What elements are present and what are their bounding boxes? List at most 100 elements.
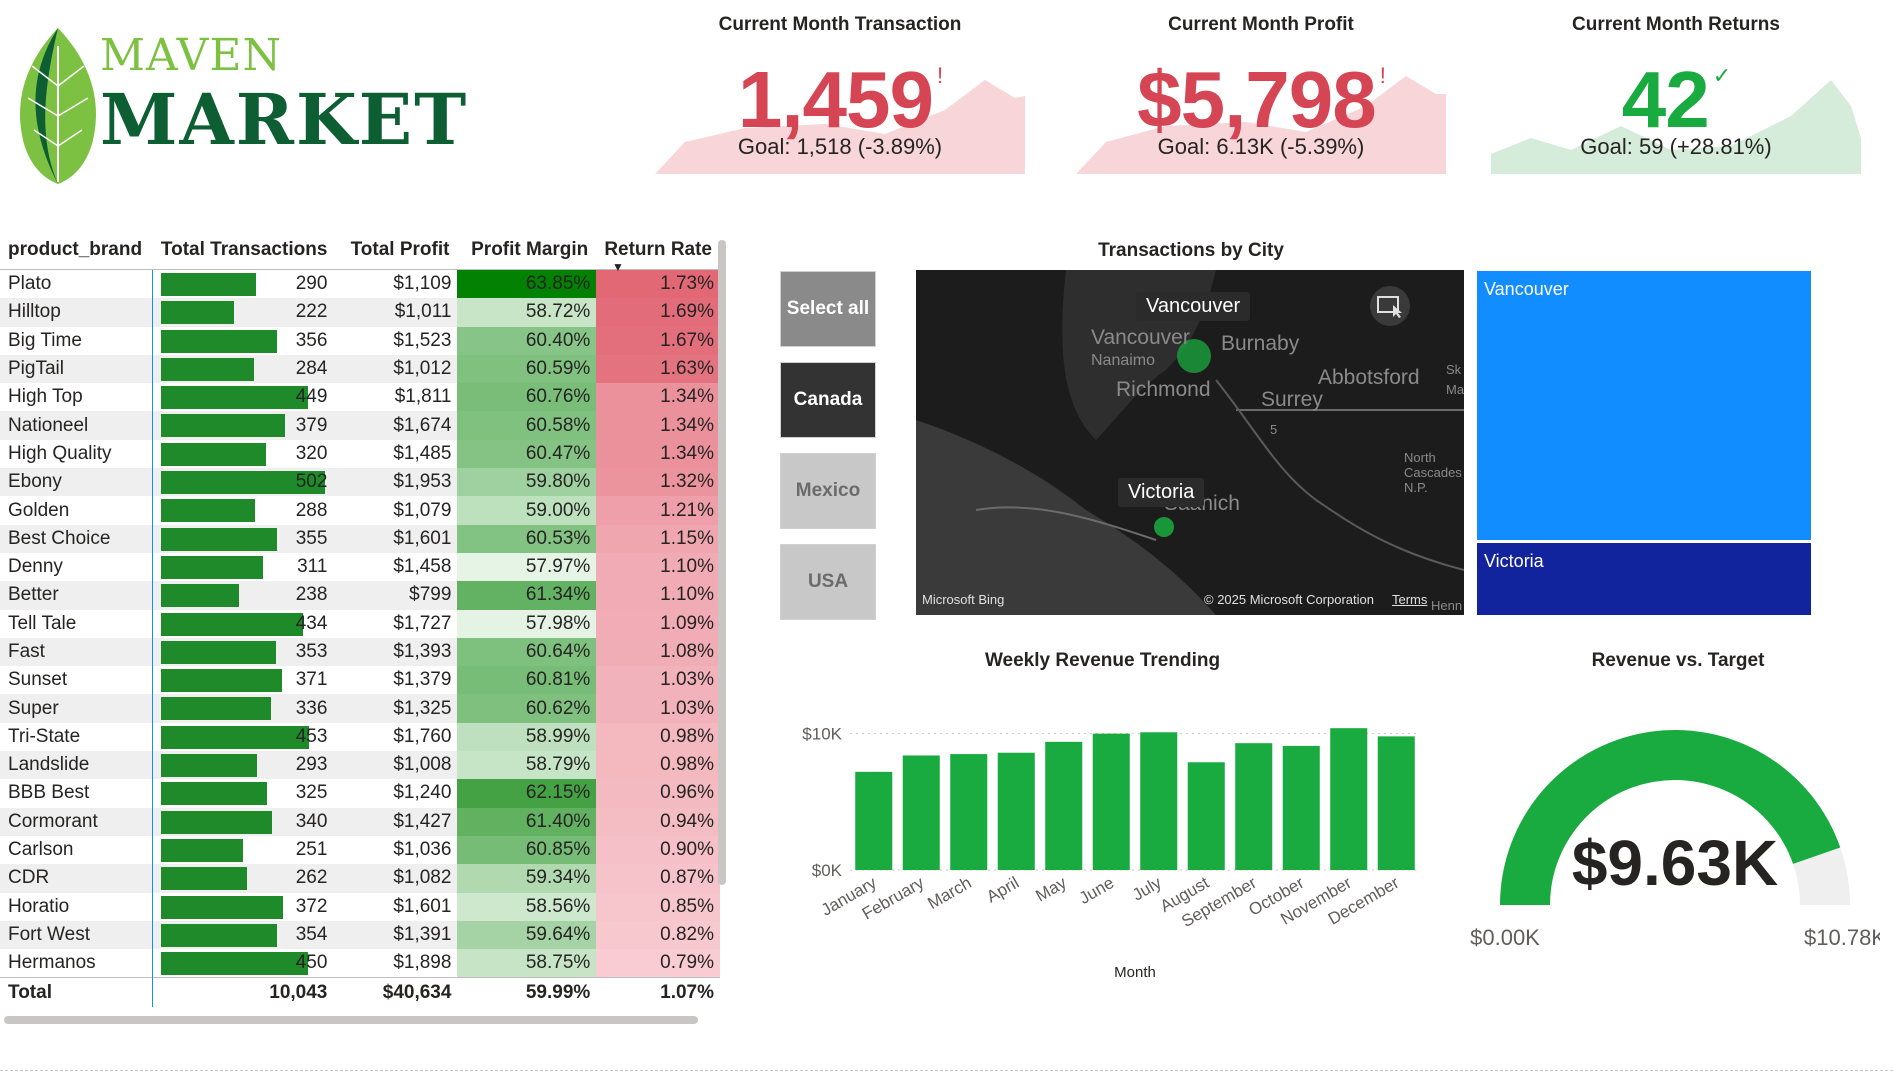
cell-brand: Nationeel: [0, 411, 153, 440]
cell-profit: $1,082: [335, 864, 458, 893]
table-row[interactable]: Landslide 293 $1,008 58.79% 0.98%: [0, 751, 720, 780]
treemap-label: Victoria: [1484, 551, 1544, 571]
table-row[interactable]: Hermanos 450 $1,898 58.75% 0.79%: [0, 949, 720, 978]
revenue-bar: [1282, 745, 1320, 870]
map-road-shield: 5: [1270, 422, 1278, 437]
table-row[interactable]: Nationeel 379 $1,674 60.58% 1.34%: [0, 411, 720, 440]
cell-profit-margin: 61.40%: [457, 807, 597, 836]
slicer-canada[interactable]: Canada: [780, 362, 876, 438]
cell-brand: Ebony: [0, 468, 153, 497]
vertical-scrollbar[interactable]: [718, 240, 726, 885]
weekly-revenue-bar-chart[interactable]: $0K$10KJanuaryFebruaryMarch April May June J…: [770, 680, 1430, 1000]
transactions-value: 453: [295, 725, 328, 747]
transactions-value: 450: [295, 952, 328, 974]
table-row[interactable]: Super 336 $1,325 60.62% 1.03%: [0, 694, 720, 723]
brand-matrix-table[interactable]: product_brand Total Transactions Total P…: [0, 234, 720, 1024]
cell-profit: $1,727: [393, 612, 452, 634]
cell-profit-margin: 63.85%: [457, 269, 597, 299]
revenue-bar: [1235, 743, 1273, 870]
revenue-bar: [1377, 736, 1415, 870]
header-total-profit[interactable]: Total Profit: [335, 234, 458, 270]
slicer-usa[interactable]: USA: [780, 544, 876, 620]
cell-transactions: 379: [152, 411, 336, 440]
transactions-value: 353: [295, 641, 328, 662]
cell-brand: High Top: [8, 386, 83, 408]
treemap-cell-vancouver[interactable]: Vancouver: [1477, 271, 1811, 540]
table-row[interactable]: Best Choice 355 $1,601 60.53% 1.15%: [0, 524, 720, 553]
gauge-title: Revenue vs. Target: [1591, 650, 1765, 671]
cell-return-rate: 1.69%: [596, 298, 720, 327]
cell-return-rate: 1.03%: [596, 666, 720, 695]
cell-profit-margin: 60.59%: [457, 354, 597, 384]
kpi-card-profit[interactable]: Current Month Profit $5,798! Goal: 6.13K…: [1076, 10, 1446, 174]
cell-profit: $1,601: [393, 895, 452, 917]
table-row[interactable]: High Quality 320 $1,485 60.47% 1.34%: [0, 439, 720, 469]
gauge-min-label: $0.00K: [1470, 925, 1540, 950]
kpi-card-transactions[interactable]: Current Month Transaction 1,459! Goal: 1…: [655, 10, 1025, 174]
transactions-value: 293: [295, 754, 328, 776]
city-map[interactable]: Vancouver Burnaby Nanaimo Richmond Surre…: [916, 270, 1464, 615]
slicer-select-all[interactable]: Select all: [780, 271, 876, 347]
cell-profit-margin: 60.64%: [457, 637, 597, 667]
cell-transactions: 238: [152, 581, 336, 610]
cell-brand: PigTail: [0, 354, 153, 384]
cell-profit: $1,240: [393, 782, 452, 804]
cell-transactions: 449: [152, 383, 336, 412]
table-row[interactable]: Fort West 354 $1,391 59.64% 0.82%: [0, 920, 720, 950]
map-callout-victoria[interactable]: Victoria: [1118, 478, 1205, 507]
table-row[interactable]: Fast 353 $1,393 60.64% 1.08%: [0, 637, 720, 667]
cell-profit-margin: 57.97%: [457, 552, 597, 582]
sort-descending-icon[interactable]: ▼: [612, 260, 624, 274]
table-row[interactable]: Ebony 502 $1,953 59.80% 1.32%: [0, 468, 720, 497]
header-product-brand[interactable]: product_brand: [0, 234, 153, 270]
table-row[interactable]: BBB Best 325 $1,240 62.15% 0.96%: [0, 779, 720, 808]
table-row[interactable]: PigTail 284 $1,012 60.59% 1.63%: [0, 354, 720, 384]
treemap-cell-victoria[interactable]: Victoria: [1477, 543, 1811, 615]
table-row[interactable]: Horatio 372 $1,601 58.56% 0.85%: [0, 892, 720, 921]
cell-return-rate: 1.09%: [596, 609, 720, 638]
cell-transactions: 371: [152, 666, 336, 695]
city-treemap[interactable]: Vancouver Victoria: [1477, 271, 1811, 615]
cell-profit: $1,379: [393, 669, 452, 691]
cell-return-rate: 1.34%: [596, 411, 720, 440]
table-row[interactable]: Hilltop 222 $1,011 58.72% 1.69%: [0, 298, 720, 327]
cell-transactions: 290: [152, 269, 336, 299]
bottom-divider: [0, 1070, 1893, 1071]
cell-transactions: 355: [152, 524, 336, 553]
table-row[interactable]: Better 238 $799 61.34% 1.10%: [0, 581, 720, 610]
cell-transactions: 311: [152, 552, 336, 582]
table-row[interactable]: Sunset 371 $1,379 60.81% 1.03%: [0, 666, 720, 695]
table-row[interactable]: Big Time 356 $1,523 60.40% 1.67%: [0, 326, 720, 355]
map-terms-link[interactable]: Terms: [1392, 592, 1427, 607]
horizontal-scrollbar[interactable]: [4, 1016, 698, 1024]
table-row[interactable]: Tell Tale 434 $1,727 57.98% 1.09%: [0, 609, 720, 638]
transactions-value: 284: [295, 358, 328, 380]
table-row[interactable]: Denny 311 $1,458 57.97% 1.10%: [0, 552, 720, 582]
table-row[interactable]: CDR 262 $1,082 59.34% 0.87%: [0, 864, 720, 893]
header-total-transactions[interactable]: Total Transactions: [152, 234, 336, 270]
cell-brand: Landslide: [0, 751, 153, 780]
map-place-label: Burnaby: [1221, 332, 1300, 355]
table-row[interactable]: Tri-State 453 $1,760 58.99% 0.98%: [0, 722, 720, 752]
revenue-gauge[interactable]: $9.63K $0.00K $10.78K: [1470, 680, 1880, 950]
kpi-card-returns[interactable]: Current Month Returns 42 ✓ Goal: 59 (+28.…: [1491, 10, 1861, 174]
slicer-mexico[interactable]: Mexico: [780, 453, 876, 529]
total-return-rate: 1.07%: [596, 977, 720, 1007]
table-row[interactable]: High Top 449 $1,811 60.76% 1.34%: [0, 383, 720, 412]
table-row[interactable]: Carlson 251 $1,036 60.85% 0.90%: [0, 835, 720, 865]
cell-profit: $1,523: [393, 329, 452, 351]
table-row[interactable]: Golden 288 $1,079 59.00% 1.21%: [0, 496, 720, 525]
kpi-goal: Goal: 59 (+28.81%): [1580, 134, 1772, 159]
map-selection-tool[interactable]: [1370, 286, 1410, 326]
cell-profit-margin: 61.34%: [457, 581, 597, 610]
cell-profit-margin: 59.64%: [457, 920, 597, 950]
table-row[interactable]: Cormorant 340 $1,427 61.40% 0.94%: [0, 807, 720, 836]
transactions-value: 262: [295, 867, 328, 889]
transactions-value: 434: [295, 612, 328, 634]
map-place-label: Surrey: [1261, 388, 1323, 411]
cell-profit: $1,760: [393, 725, 452, 747]
map-callout-vancouver[interactable]: Vancouver: [1136, 292, 1251, 321]
header-profit-margin[interactable]: Profit Margin: [457, 234, 597, 270]
cell-profit: $1,485: [393, 442, 452, 464]
cell-profit-margin: 60.58%: [457, 411, 597, 440]
